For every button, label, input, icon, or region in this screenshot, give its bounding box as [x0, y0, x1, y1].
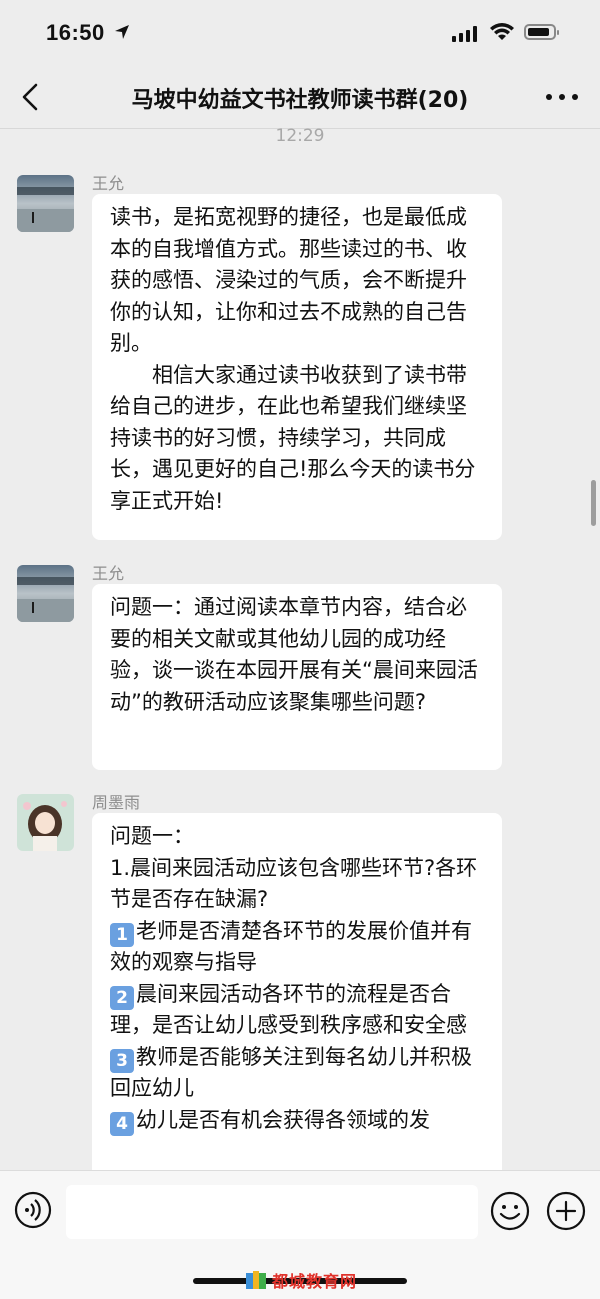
message-text: 1.晨间来园活动应该包含哪些环节?各环节是否存在缺漏?	[110, 855, 478, 912]
seascape-avatar-image	[17, 565, 74, 622]
list-item-text: 晨间来园活动各环节的流程是否合理，是否让幼儿感受到秩序感和安全感	[110, 981, 467, 1038]
list-item: 2 晨间来园活动各环节的流程是否合理，是否让幼儿感受到秩序感和安全感	[110, 979, 484, 1042]
watermark: 都城教育网	[244, 1268, 357, 1292]
message-text: 读书，是拓宽视野的捷径，也是最低成本的自我增值方式。那些读过的书、收获的感悟、浸…	[110, 205, 467, 355]
status-time: 16:50	[46, 20, 105, 45]
keycap-number-icon: 1	[110, 922, 134, 947]
voice-input-icon[interactable]	[14, 1191, 52, 1229]
chat-header: 马坡中幼益文书社教师读书群(20)	[0, 66, 600, 128]
status-bar: 16:50	[0, 0, 600, 66]
message-bubble[interactable]: 读书，是拓宽视野的捷径，也是最低成本的自我增值方式。那些读过的书、收获的感悟、浸…	[92, 194, 502, 540]
message-bubble[interactable]: 问题一： 1.晨间来园活动应该包含哪些环节?各环节是否存在缺漏? 1 老师是否清楚…	[92, 813, 502, 1213]
more-options-icon[interactable]	[546, 94, 578, 102]
sender-name: 周墨雨	[92, 793, 141, 812]
emoji-icon[interactable]	[490, 1191, 530, 1231]
keycap-number-icon: 4	[110, 1111, 134, 1136]
message-text: 相信大家通过读书收获到了读书带给自己的进步，在此也希望我们继续坚持读书的好习惯，…	[110, 362, 476, 513]
list-item-text: 幼儿是否有机会获得各领域的发	[136, 1107, 430, 1132]
avatar[interactable]	[17, 175, 74, 232]
battery-icon	[524, 24, 559, 40]
watermark-text: 都城教育网	[272, 1272, 358, 1291]
girl-illustration-avatar-image	[17, 794, 74, 851]
avatar[interactable]	[17, 565, 74, 622]
sender-name: 王允	[92, 174, 125, 193]
wifi-icon	[490, 23, 514, 40]
sender-name: 王允	[92, 564, 125, 583]
list-item-text: 老师是否清楚各环节的发展价值并有效的观察与指导	[110, 918, 472, 975]
message-text: 问题一：	[110, 824, 194, 848]
avatar[interactable]	[17, 794, 74, 851]
message-bubble[interactable]: 问题一：通过阅读本章节内容，结合必要的相关文献或其他幼儿园的成功经验，谈一谈在本…	[92, 584, 502, 770]
list-item: 1 老师是否清楚各环节的发展价值并有效的观察与指导	[110, 916, 484, 979]
list-item: 4 幼儿是否有机会获得各领域的发	[110, 1105, 484, 1137]
message-input[interactable]	[66, 1185, 478, 1239]
message-timestamp: 12:29	[275, 126, 325, 146]
chat-title: 马坡中幼益文书社教师读书群(20)	[131, 88, 469, 113]
seascape-avatar-image	[17, 175, 74, 232]
keycap-number-icon: 2	[110, 985, 134, 1010]
book-logo-icon	[246, 1271, 266, 1289]
message-text: 问题一：通过阅读本章节内容，结合必要的相关文献或其他幼儿园的成功经验，谈一谈在本…	[110, 595, 478, 714]
location-arrow-icon	[115, 25, 129, 39]
list-item: 3 教师是否能够关注到每名幼儿并积极回应幼儿	[110, 1042, 484, 1105]
plus-icon[interactable]	[546, 1191, 586, 1231]
scrollbar[interactable]	[591, 480, 596, 526]
list-item-text: 教师是否能够关注到每名幼儿并积极回应幼儿	[110, 1044, 472, 1101]
keycap-number-icon: 3	[110, 1048, 134, 1073]
